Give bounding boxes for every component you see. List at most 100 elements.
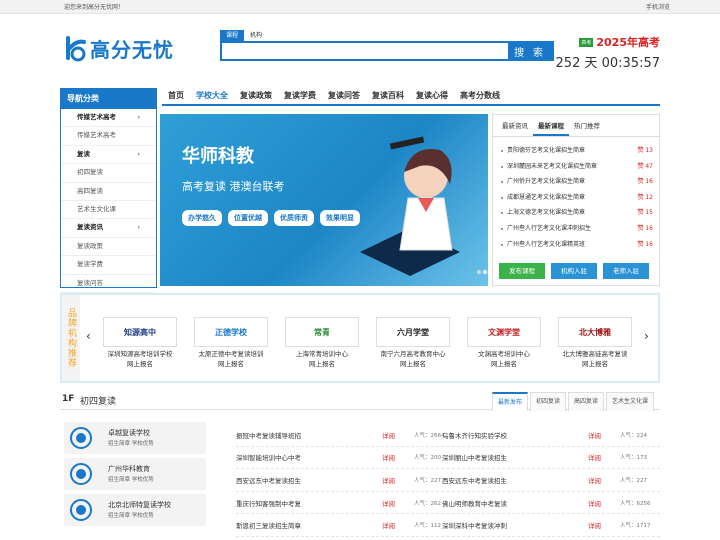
sidebar-item[interactable]: 高四复读 xyxy=(61,183,156,202)
search-button[interactable]: 搜 索 xyxy=(508,43,552,59)
nav-item[interactable]: 首页 xyxy=(162,88,190,104)
brand-signup-link[interactable]: 网上报名 xyxy=(464,359,544,369)
article-detail-link[interactable]: 详阅 xyxy=(588,430,620,440)
news-item[interactable]: 成都慧通艺考文化课招生简章 赞 12 xyxy=(499,190,653,206)
nav-item[interactable]: 复读百科 xyxy=(366,88,410,104)
article-detail-link[interactable]: 详阅 xyxy=(588,475,620,485)
news-item[interactable]: 广州叁人行艺考文化课冲刺招生 赞 16 xyxy=(499,221,653,237)
nav-item[interactable]: 复读政策 xyxy=(234,88,278,104)
school-name[interactable]: 北京北师特复读学校 xyxy=(108,499,171,511)
sidebar-item[interactable]: 复读 › xyxy=(61,146,156,165)
article-row[interactable]: 斯恩初三复读招生简章 详阅 人气：112 xyxy=(236,514,454,537)
article-row[interactable]: 深圳智能培训中心中考 详阅 人气：200 xyxy=(236,447,454,470)
article-detail-link[interactable]: 详阅 xyxy=(588,452,620,462)
article-title[interactable]: 深圳丽山中考复读招生 xyxy=(442,452,588,462)
mobile-link[interactable]: 手机浏览 xyxy=(646,2,670,11)
article-row[interactable]: 西安远东中考复读招生 详阅 人气：227 xyxy=(236,469,454,492)
search-tab-course[interactable]: 课程 xyxy=(220,30,245,41)
news-item-title[interactable]: 上海文德艺考文化课招生简章 xyxy=(499,205,585,221)
article-row[interactable]: 振冠中考复读辅导班招 详阅 人气：2664 xyxy=(236,424,454,447)
brand-name[interactable]: 上海常青培训中心 xyxy=(282,349,362,359)
article-row[interactable]: 佛山明师教育中考复读 详阅 人气：6256 xyxy=(442,492,660,515)
nav-item[interactable]: 复读心得 xyxy=(410,88,454,104)
article-title[interactable]: 乌鲁木齐行知实验学校 xyxy=(442,430,588,440)
brand-signup-link[interactable]: 网上报名 xyxy=(373,359,453,369)
nav-item[interactable]: 复读问答 xyxy=(322,88,366,104)
hero-banner[interactable]: 华师科教 高考复读 港澳台联考 办学悠久 位置优越 优质师资 效果明显 xyxy=(160,114,488,286)
news-action-button[interactable]: 老师入驻 xyxy=(603,263,649,279)
sidebar-item[interactable]: 复读问答 xyxy=(61,275,156,294)
news-action-button[interactable]: 机构入驻 xyxy=(551,263,597,279)
news-action-button[interactable]: 发布课程 xyxy=(499,263,545,279)
article-row[interactable]: 重庆行知客强制中考复 详阅 人气：262 xyxy=(236,492,454,515)
brand-logo[interactable]: 文渊学堂 xyxy=(467,317,541,347)
nav-item[interactable]: 学校大全 xyxy=(190,88,234,104)
brand-card[interactable]: 知源高中 深圳知源高考培训学校 网上报名 xyxy=(100,317,180,369)
brand-name[interactable]: 文渊高考培训中心 xyxy=(464,349,544,359)
school-name[interactable]: 广州华科教育 xyxy=(108,463,154,475)
school-card[interactable]: 卓越复读学校 招生简章 学校优势 xyxy=(64,422,206,454)
news-item[interactable]: 贵阳德芬艺考文化课招生简章 赞 13 xyxy=(499,143,653,159)
news-item-title[interactable]: 广州叁人行艺考文化课冲刺招生 xyxy=(499,221,591,237)
news-item-title[interactable]: 贵阳德芬艺考文化课招生简章 xyxy=(499,143,585,159)
article-title[interactable]: 西安远东中考复读招生 xyxy=(442,475,588,485)
article-detail-link[interactable]: 详阅 xyxy=(588,520,620,530)
article-detail-link[interactable]: 详阅 xyxy=(382,498,414,508)
article-title[interactable]: 西安远东中考复读招生 xyxy=(236,475,382,485)
article-title[interactable]: 深圳智能培训中心中考 xyxy=(236,452,382,462)
sidebar-item[interactable]: 传媒艺术高考 xyxy=(61,127,156,146)
news-item[interactable]: 上海文德艺考文化课招生简章 赞 15 xyxy=(499,205,653,221)
sidebar-item[interactable]: 初四复读 xyxy=(61,164,156,183)
article-detail-link[interactable]: 详阅 xyxy=(382,475,414,485)
sidebar-item[interactable]: 复读学费 xyxy=(61,256,156,275)
sidebar-item[interactable]: 复读资讯 › xyxy=(61,219,156,238)
news-tab[interactable]: 最新课程 xyxy=(533,115,569,136)
brand-card[interactable]: 正德学校 太原正德中考复读培训 网上报名 xyxy=(191,317,271,369)
search-tab-org[interactable]: 机构 xyxy=(244,30,268,41)
brand-logo[interactable]: 知源高中 xyxy=(103,317,177,347)
article-title[interactable]: 深圳深科中考复读冲刺 xyxy=(442,520,588,530)
news-tab[interactable]: 热门推荐 xyxy=(569,115,605,136)
article-detail-link[interactable]: 详阅 xyxy=(382,430,414,440)
brand-name[interactable]: 南宁六月高考教育中心 xyxy=(373,349,453,359)
brand-signup-link[interactable]: 网上报名 xyxy=(555,359,635,369)
article-title[interactable]: 重庆行知客强制中考复 xyxy=(236,498,382,508)
news-item-title[interactable]: 深圳麓园未来艺考文化课招生简章 xyxy=(499,159,597,175)
school-card[interactable]: 北京北师特复读学校 招生简章 学校优势 xyxy=(64,494,206,526)
article-row[interactable]: 深圳深科中考复读冲刺 详阅 人气：1717 xyxy=(442,514,660,537)
nav-item[interactable]: 复读学费 xyxy=(278,88,322,104)
news-item[interactable]: 广州侨升艺考文化课招生简章 赞 16 xyxy=(499,174,653,190)
site-logo[interactable]: 高分无忧 xyxy=(64,34,174,63)
article-row[interactable]: 乌鲁木齐行知实验学校 详阅 人气：224 xyxy=(442,424,660,447)
banner-dots[interactable] xyxy=(476,267,488,276)
sidebar-item[interactable]: 艺术生文化课 xyxy=(61,201,156,220)
brand-name[interactable]: 深圳知源高考培训学校 xyxy=(100,349,180,359)
brand-signup-link[interactable]: 网上报名 xyxy=(191,359,271,369)
article-title[interactable]: 佛山明师教育中考复读 xyxy=(442,498,588,508)
brand-name[interactable]: 太原正德中考复读培训 xyxy=(191,349,271,359)
school-name[interactable]: 卓越复读学校 xyxy=(108,427,154,439)
brand-card[interactable]: 文渊学堂文渊高考培训中心 网上报名 xyxy=(464,317,544,369)
search-input[interactable] xyxy=(222,43,508,59)
article-detail-link[interactable]: 详阅 xyxy=(382,520,414,530)
school-links[interactable]: 招生简章 学校优势 xyxy=(108,439,154,449)
brand-card[interactable]: 常青 上海常青培训中心 网上报名 xyxy=(282,317,362,369)
floor-tab[interactable]: 高四复读 xyxy=(567,392,604,411)
article-detail-link[interactable]: 详阅 xyxy=(382,452,414,462)
news-item-title[interactable]: 广州侨升艺考文化课招生简章 xyxy=(499,174,585,190)
news-item-title[interactable]: 成都慧通艺考文化课招生简章 xyxy=(499,190,585,206)
article-title[interactable]: 振冠中考复读辅导班招 xyxy=(236,430,382,440)
article-title[interactable]: 斯恩初三复读招生简章 xyxy=(236,520,382,530)
brand-name[interactable]: 北大博雅高徒高考复读 xyxy=(555,349,635,359)
school-card[interactable]: 广州华科教育 招生简章 学校优势 xyxy=(64,458,206,490)
brand-card[interactable]: 北大博雅北大博雅高徒高考复读 网上报名 xyxy=(555,317,635,369)
news-item[interactable]: 广州叁人行艺考文化课精英班 赞 16 xyxy=(499,237,653,253)
prev-arrow-icon[interactable]: ‹ xyxy=(86,329,91,343)
sidebar-item[interactable]: 传媒艺术高考 › xyxy=(61,109,156,128)
nav-item[interactable]: 高考分数线 xyxy=(454,88,506,104)
article-detail-link[interactable]: 详阅 xyxy=(588,498,620,508)
news-tab[interactable]: 最新资讯 xyxy=(497,115,533,136)
floor-tab[interactable]: 最新发布 xyxy=(491,392,528,411)
brand-logo[interactable]: 北大博雅 xyxy=(558,317,632,347)
school-links[interactable]: 招生简章 学校优势 xyxy=(108,475,154,485)
